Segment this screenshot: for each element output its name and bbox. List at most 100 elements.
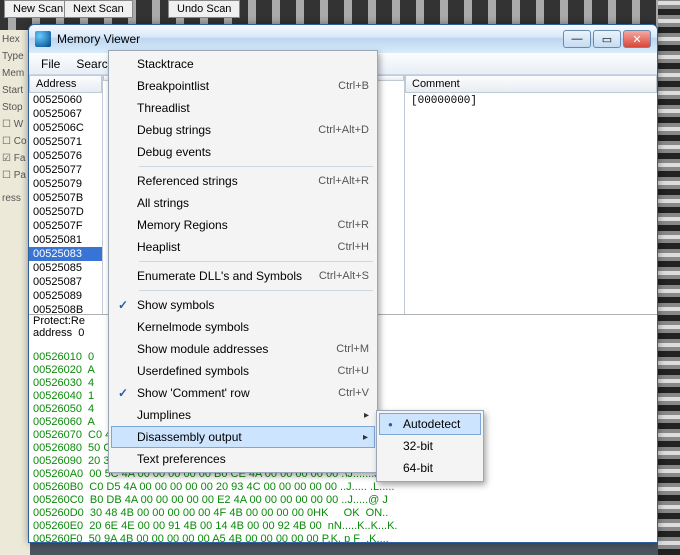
menu-item-threadlist[interactable]: Threadlist <box>111 97 375 119</box>
menu-item-userdefined-symbols[interactable]: Userdefined symbolsCtrl+U <box>111 360 375 382</box>
bg-panel-item: ☑ Fa <box>2 153 28 164</box>
menu-item-label: Show module addresses <box>137 342 336 356</box>
hex-line[interactable]: 005260C0 B0 DB 4A 00 00 00 00 00 E2 4A 0… <box>29 494 657 507</box>
address-row[interactable]: 00525085 <box>29 261 102 275</box>
menu-item-referenced-strings[interactable]: Referenced stringsCtrl+Alt+R <box>111 170 375 192</box>
app-icon <box>35 31 51 47</box>
bg-panel-item: ☐ W <box>2 119 28 130</box>
undo-scan-button[interactable]: Undo Scan <box>168 0 240 18</box>
address-row[interactable]: 00525077 <box>29 163 102 177</box>
menu-item-shortcut: Ctrl+H <box>338 241 369 253</box>
menu-item-label: All strings <box>137 196 369 210</box>
menu-item-shortcut: Ctrl+V <box>338 387 369 399</box>
menu-item-show-comment-row[interactable]: Show 'Comment' rowCtrl+V <box>111 382 375 404</box>
next-scan-button[interactable]: Next Scan <box>64 0 133 18</box>
menu-item-label: Breakpointlist <box>137 79 338 93</box>
address-row[interactable]: 0052508B <box>29 303 102 314</box>
menu-item-breakpointlist[interactable]: BreakpointlistCtrl+B <box>111 75 375 97</box>
address-row[interactable]: 0052507F <box>29 219 102 233</box>
menu-item-stacktrace[interactable]: Stacktrace <box>111 53 375 75</box>
menu-item-label: Referenced strings <box>137 174 318 188</box>
bg-panel-item: ress <box>2 193 28 204</box>
menu-separator <box>139 290 373 291</box>
titlebar[interactable]: Memory Viewer — ▭ ✕ <box>29 25 657 53</box>
address-row[interactable]: 00525071 <box>29 135 102 149</box>
bg-panel-item: Mem <box>2 68 28 79</box>
menu-item-label: Text preferences <box>137 452 369 466</box>
menu-item-all-strings[interactable]: All strings <box>111 192 375 214</box>
menu-item-debug-events[interactable]: Debug events <box>111 141 375 163</box>
bg-panel-item: Hex <box>2 34 28 45</box>
menu-item-label: Jumplines <box>137 408 369 422</box>
menu-item-shortcut: Ctrl+B <box>338 80 369 92</box>
menu-item-label: Memory Regions <box>137 218 338 232</box>
address-row[interactable]: 00525087 <box>29 275 102 289</box>
hex-line[interactable]: 005260D0 30 48 4B 00 00 00 00 00 4F 4B 0… <box>29 507 657 520</box>
new-scan-button[interactable]: New Scan <box>4 0 72 18</box>
menu-item-label: Userdefined symbols <box>137 364 338 378</box>
menu-item-label: Threadlist <box>137 101 369 115</box>
comment-body: [00000000] <box>405 93 657 109</box>
submenu-item-label: 64-bit <box>403 461 433 475</box>
address-row[interactable]: 00525067 <box>29 107 102 121</box>
hex-line[interactable]: 005260B0 C0 D5 4A 00 00 00 00 00 20 93 4… <box>29 481 657 494</box>
menu-item-text-preferences[interactable]: Text preferences <box>111 448 375 470</box>
menu-separator <box>139 166 373 167</box>
menu-item-label: Heaplist <box>137 240 338 254</box>
menu-item-jumplines[interactable]: Jumplines <box>111 404 375 426</box>
close-button[interactable]: ✕ <box>623 30 651 48</box>
address-row[interactable]: 0052507B <box>29 191 102 205</box>
menu-item-label: Kernelmode symbols <box>137 320 369 334</box>
menu-item-label: Debug events <box>137 145 369 159</box>
menu-item-disassembly-output[interactable]: Disassembly output <box>111 426 375 448</box>
menu-item-enumerate-dll-s-and-symbols[interactable]: Enumerate DLL's and SymbolsCtrl+Alt+S <box>111 265 375 287</box>
menu-item-shortcut: Ctrl+M <box>336 343 369 355</box>
menu-item-label: Enumerate DLL's and Symbols <box>137 269 319 283</box>
menu-item-debug-strings[interactable]: Debug stringsCtrl+Alt+D <box>111 119 375 141</box>
menu-item-show-symbols[interactable]: Show symbols <box>111 294 375 316</box>
menu-item-shortcut: Ctrl+Alt+S <box>319 270 369 282</box>
bg-panel-item: ☐ Co <box>2 136 28 147</box>
address-list[interactable]: 00525060005250670052506C0052507100525076… <box>29 93 102 314</box>
hex-line[interactable]: 005260F0 50 9A 4B 00 00 00 00 00 A5 4B 0… <box>29 533 657 542</box>
address-row[interactable]: 00525089 <box>29 289 102 303</box>
submenu-item-64-bit[interactable]: 64-bit <box>379 457 481 479</box>
window-title: Memory Viewer <box>57 32 563 46</box>
address-row[interactable]: 0052507D <box>29 205 102 219</box>
menu-item-shortcut: Ctrl+Alt+R <box>318 175 369 187</box>
menu-item-label: Disassembly output <box>137 430 369 444</box>
menu-item-label: Stacktrace <box>137 57 369 71</box>
address-column-header[interactable]: Address <box>29 75 102 93</box>
disassembly-output-submenu[interactable]: Autodetect 32-bit 64-bit <box>376 410 484 482</box>
menu-item-show-module-addresses[interactable]: Show module addressesCtrl+M <box>111 338 375 360</box>
hex-line[interactable]: 005260E0 20 6E 4E 00 00 91 4B 00 14 4B 0… <box>29 520 657 533</box>
menu-item-label: Show symbols <box>137 298 369 312</box>
menu-item-heaplist[interactable]: HeaplistCtrl+H <box>111 236 375 258</box>
address-row[interactable]: 00525081 <box>29 233 102 247</box>
submenu-item-label: 32-bit <box>403 439 433 453</box>
submenu-item-label: Autodetect <box>403 417 460 431</box>
menu-separator <box>139 261 373 262</box>
menu-file[interactable]: File <box>33 55 68 73</box>
menu-item-shortcut: Ctrl+Alt+D <box>318 124 369 136</box>
submenu-item-32-bit[interactable]: 32-bit <box>379 435 481 457</box>
maximize-button[interactable]: ▭ <box>593 30 621 48</box>
address-row[interactable]: 00525083 <box>29 247 102 261</box>
address-row[interactable]: 0052506C <box>29 121 102 135</box>
menu-item-label: Show 'Comment' row <box>137 386 338 400</box>
submenu-item-autodetect[interactable]: Autodetect <box>379 413 481 435</box>
bg-panel-item: Start <box>2 85 28 96</box>
address-row[interactable]: 00525060 <box>29 93 102 107</box>
menu-item-shortcut: Ctrl+R <box>338 219 369 231</box>
bg-panel-item: ☐ Pa <box>2 170 28 181</box>
bg-panel-item: Type <box>2 51 28 62</box>
view-menu-dropdown[interactable]: Stacktrace BreakpointlistCtrl+B Threadlist… <box>108 50 378 473</box>
comment-column-header[interactable]: Comment <box>405 75 657 93</box>
address-row[interactable]: 00525079 <box>29 177 102 191</box>
bg-panel-item: Stop <box>2 102 28 113</box>
menu-item-kernelmode-symbols[interactable]: Kernelmode symbols <box>111 316 375 338</box>
menu-item-shortcut: Ctrl+U <box>338 365 369 377</box>
menu-item-memory-regions[interactable]: Memory RegionsCtrl+R <box>111 214 375 236</box>
minimize-button[interactable]: — <box>563 30 591 48</box>
address-row[interactable]: 00525076 <box>29 149 102 163</box>
